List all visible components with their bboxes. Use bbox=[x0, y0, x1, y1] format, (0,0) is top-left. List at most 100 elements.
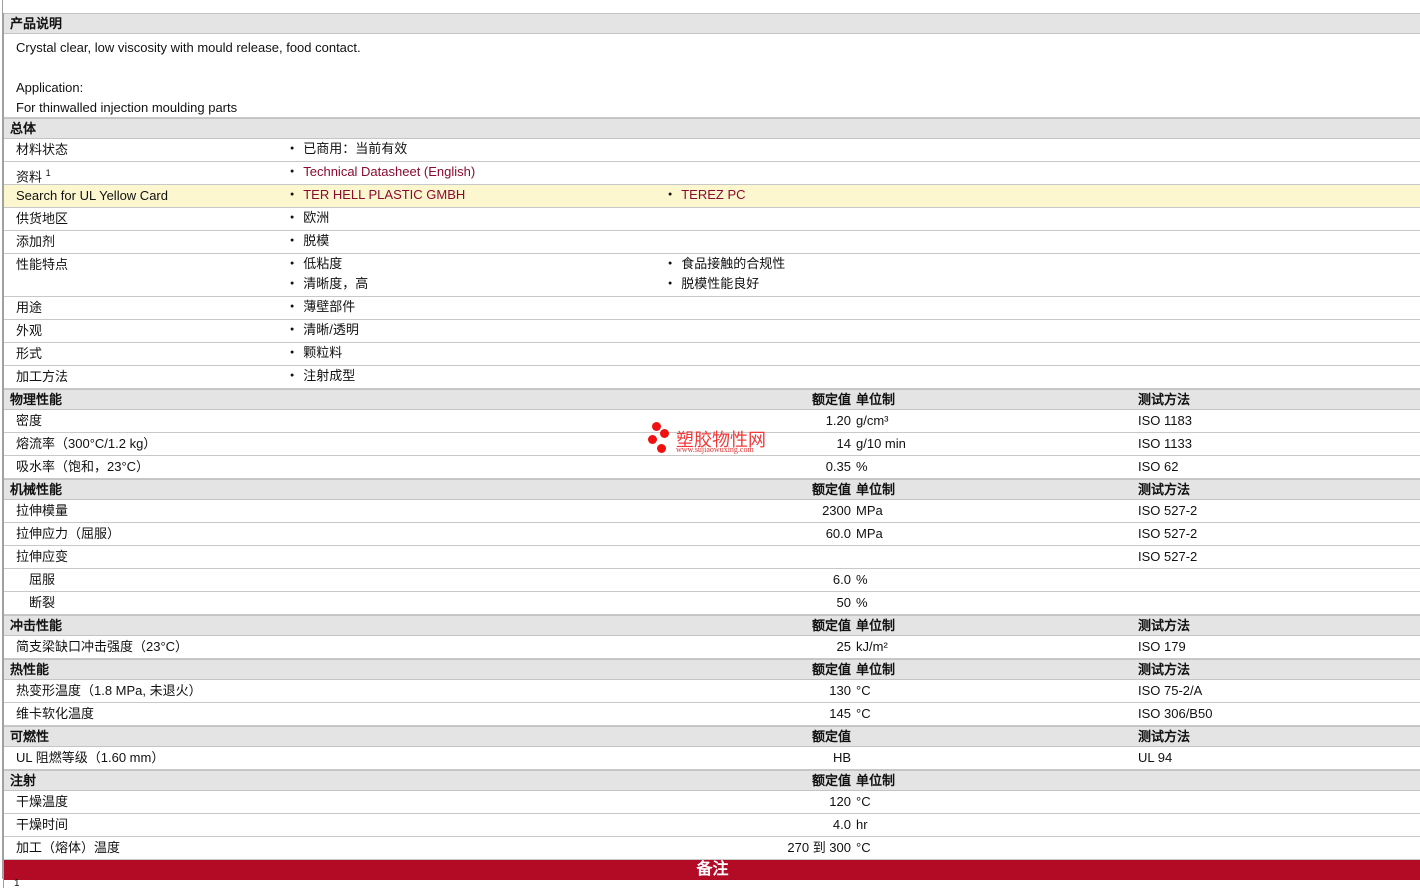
section-title: 物理性能 bbox=[10, 392, 63, 407]
property-unit: °C bbox=[856, 683, 871, 698]
description-line: Application: bbox=[16, 80, 84, 95]
product-description: Crystal clear, low viscosity with mould … bbox=[4, 34, 1420, 118]
property-unit: MPa bbox=[856, 526, 883, 541]
property-unit: MPa bbox=[856, 503, 883, 518]
property-label: 断裂 bbox=[29, 595, 56, 610]
bullet-item: TER HELL PLASTIC GMBH bbox=[290, 185, 465, 205]
bullet-text: 清晰度，高 bbox=[303, 276, 369, 291]
bullet-text: 颗粒料 bbox=[303, 345, 343, 360]
label-text: 形式 bbox=[16, 346, 43, 361]
test-method: ISO 527-2 bbox=[1138, 549, 1198, 564]
bullet-text: 低粘度 bbox=[303, 256, 343, 271]
bullet-column: Technical Datasheet (English) bbox=[290, 162, 475, 182]
label-text: 加工方法 bbox=[16, 369, 69, 384]
property-label: 熔流率（300°C/1.2 kg） bbox=[16, 436, 157, 451]
header-method: 测试方法 bbox=[1138, 729, 1191, 744]
property-row: 热变形温度（1.8 MPa, 未退火） 130 °C ISO 75-2/A bbox=[4, 680, 1420, 703]
bullet-text: 已商用：当前有效 bbox=[303, 141, 408, 156]
row-label: 加工方法 bbox=[16, 366, 68, 388]
description-line: For thinwalled injection moulding parts bbox=[16, 100, 238, 115]
bullet-text: 注射成型 bbox=[303, 368, 356, 383]
general-row: 形式 颗粒料 bbox=[4, 343, 1420, 366]
property-label: 干燥温度 bbox=[16, 794, 69, 809]
row-label: 形式 bbox=[16, 343, 42, 365]
row-label: 用途 bbox=[16, 297, 42, 319]
header-value: 额定值 bbox=[811, 392, 851, 407]
general-row: 性能特点 低粘度清晰度，高 食品接触的合规性脱模性能良好 bbox=[4, 254, 1420, 297]
label-text: 性能特点 bbox=[16, 257, 69, 272]
property-value: HB bbox=[832, 750, 851, 765]
test-method: ISO 179 bbox=[1138, 639, 1186, 654]
property-row: 维卡软化温度 145 °C ISO 306/B50 bbox=[4, 703, 1420, 726]
description-header: 产品说明 bbox=[4, 13, 1420, 34]
bullet-item: Technical Datasheet (English) bbox=[290, 162, 475, 182]
bullet-column: 食品接触的合规性脱模性能良好 bbox=[668, 254, 785, 294]
property-row: 拉伸应变 ISO 527-2 bbox=[4, 546, 1420, 569]
property-row: 熔流率（300°C/1.2 kg） 14 g/10 min ISO 1133 bbox=[4, 433, 1420, 456]
section-header: 注射 额定值 单位制 bbox=[4, 770, 1420, 791]
property-label: 热变形温度（1.8 MPa, 未退火） bbox=[16, 683, 202, 698]
link[interactable]: TEREZ PC bbox=[681, 187, 745, 202]
header-unit: 单位制 bbox=[856, 662, 896, 677]
bullet-item: 颗粒料 bbox=[290, 343, 342, 363]
property-unit: °C bbox=[856, 794, 871, 809]
section-title: 可燃性 bbox=[10, 729, 50, 744]
section-header: 冲击性能 额定值 单位制 测试方法 bbox=[4, 615, 1420, 636]
description-line bbox=[16, 58, 1409, 78]
footnote-ref[interactable]: 1 bbox=[46, 168, 51, 178]
header-value: 额定值 bbox=[811, 662, 851, 677]
property-row: 屈服 6.0% bbox=[4, 569, 1420, 592]
property-value: 14 bbox=[836, 436, 851, 451]
property-row: 拉伸应力（屈服） 60.0 MPa ISO 527-2 bbox=[4, 523, 1420, 546]
test-method: ISO 527-2 bbox=[1138, 503, 1198, 518]
header-method: 测试方法 bbox=[1138, 392, 1191, 407]
label-text: 资料 bbox=[16, 169, 43, 185]
general-row: Search for UL Yellow Card TER HELL PLASTI… bbox=[4, 185, 1420, 208]
property-value: 2300 bbox=[822, 503, 851, 518]
property-label: 维卡软化温度 bbox=[16, 706, 95, 721]
header-value: 额定值 bbox=[811, 482, 851, 497]
header-method: 测试方法 bbox=[1138, 618, 1191, 633]
header-method: 测试方法 bbox=[1138, 482, 1191, 497]
property-label: 密度 bbox=[16, 413, 43, 428]
property-value: 50 bbox=[836, 595, 851, 610]
section-header: 热性能 额定值 单位制 测试方法 bbox=[4, 659, 1420, 680]
property-value: 270 到 300 bbox=[787, 840, 851, 855]
bullet-item: 薄壁部件 bbox=[290, 297, 355, 317]
bullet-column: TEREZ PC bbox=[668, 185, 745, 205]
label-text: 供货地区 bbox=[16, 211, 69, 226]
general-row: 外观 清晰/透明 bbox=[4, 320, 1420, 343]
property-row: 干燥时间 4.0 hr bbox=[4, 814, 1420, 837]
link[interactable]: Technical Datasheet (English) bbox=[303, 164, 475, 179]
bullet-column: 欧洲 bbox=[290, 208, 329, 228]
general-row: 添加剂 脱模 bbox=[4, 231, 1420, 254]
property-label: 屈服 bbox=[29, 572, 56, 587]
test-method: ISO 527-2 bbox=[1138, 526, 1198, 541]
property-unit: g/10 min bbox=[856, 436, 906, 451]
section-title: 热性能 bbox=[10, 662, 50, 677]
property-row: UL 阻燃等级（1.60 mm） HB UL 94 bbox=[4, 747, 1420, 770]
property-value: 145 bbox=[829, 706, 851, 721]
bullet-column: 已商用：当前有效 bbox=[290, 139, 407, 159]
bullet-column: 低粘度清晰度，高 bbox=[290, 254, 368, 294]
footnote: 1 bbox=[14, 878, 20, 889]
label-text: 用途 bbox=[16, 300, 43, 315]
link[interactable]: TER HELL PLASTIC GMBH bbox=[303, 187, 465, 202]
property-row: 干燥温度 120 °C bbox=[4, 791, 1420, 814]
label-text: 材料状态 bbox=[16, 142, 69, 157]
property-value: 60.0 bbox=[825, 526, 851, 541]
property-value: 4.0 bbox=[832, 817, 851, 832]
general-row: 资料 1 Technical Datasheet (English) bbox=[4, 162, 1420, 185]
bullet-column: TER HELL PLASTIC GMBH bbox=[290, 185, 465, 205]
property-unit: °C bbox=[856, 840, 871, 855]
test-method: ISO 75-2/A bbox=[1138, 683, 1203, 698]
property-row: 断裂 50% bbox=[4, 592, 1420, 615]
section-title: 总体 bbox=[10, 121, 37, 136]
property-value: 130 bbox=[829, 683, 851, 698]
header-value: 额定值 bbox=[811, 729, 851, 744]
bullet-column: 清晰/透明 bbox=[290, 320, 359, 340]
bullet-text: 薄壁部件 bbox=[303, 299, 356, 314]
property-label: 简支梁缺口冲击强度（23°C） bbox=[16, 639, 189, 654]
bullet-item: 食品接触的合规性 bbox=[668, 254, 785, 274]
test-method: ISO 1183 bbox=[1138, 413, 1192, 428]
